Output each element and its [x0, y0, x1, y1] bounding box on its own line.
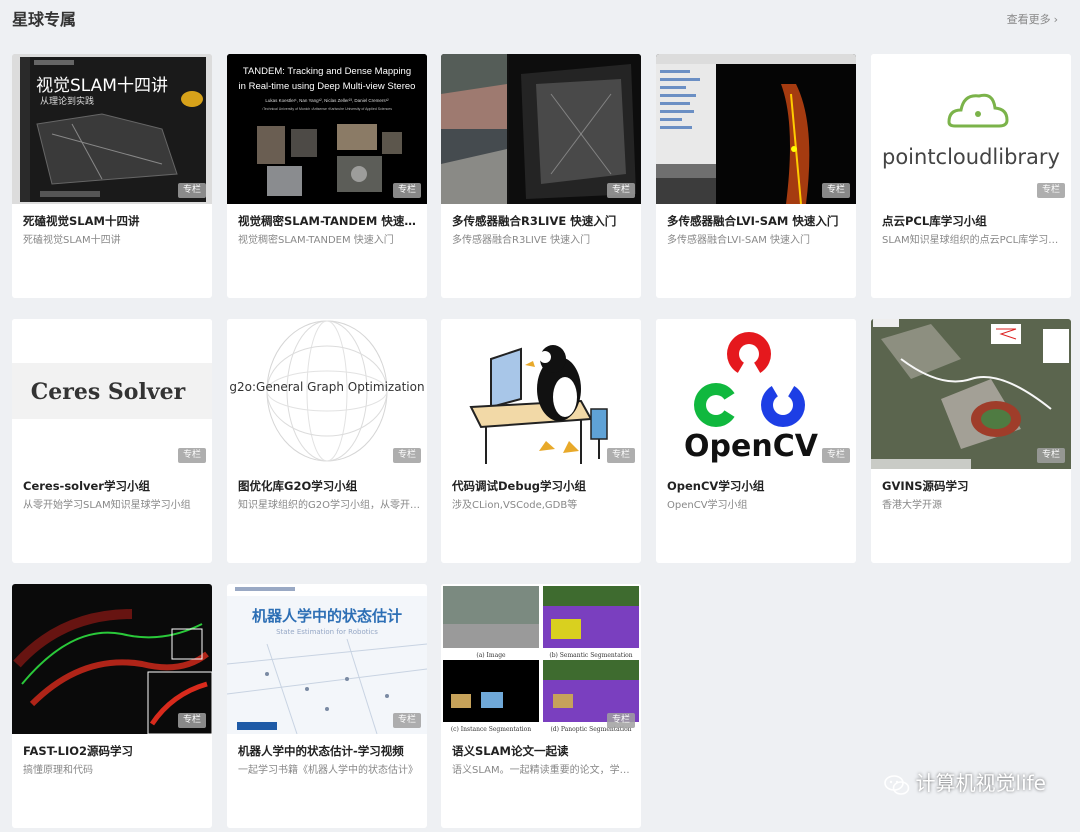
watermark: 计算机视觉life	[883, 770, 1046, 796]
card-title: 图优化库G2O学习小组	[238, 479, 358, 493]
card-title: 语义SLAM论文一起读	[452, 744, 569, 758]
column-badge: 专栏	[177, 183, 206, 198]
card-cover-image: 专栏	[656, 54, 856, 204]
card-title: 视觉稠密SLAM-TANDEM 快速入门	[238, 214, 420, 228]
card-cover-image: Ceres Solver 专栏	[12, 319, 212, 469]
figure-caption: (b) Semantic Segmentation	[549, 652, 632, 659]
card-title: 机器人学中的状态估计-学习视频	[238, 744, 404, 758]
card-title: GVINS源码学习	[882, 479, 969, 493]
column-card[interactable]: 机器人学中的状态估计 State Estimation for Robotics…	[227, 584, 427, 828]
see-more-label: 查看更多	[1006, 13, 1051, 26]
column-badge: 专栏	[1036, 448, 1065, 463]
column-badge: 专栏	[1036, 183, 1065, 198]
card-subtitle: 香港大学开源	[882, 500, 942, 511]
card-cover-image: g2o:General Graph Optimization 专栏	[227, 319, 427, 469]
card-subtitle: 语义SLAM。一起精读重要的论文，学习语义SLAM	[452, 765, 634, 776]
card-subtitle: 搞懂原理和代码	[23, 765, 93, 776]
card-title: 点云PCL库学习小组	[882, 214, 987, 228]
section-title: 星球专属	[12, 10, 77, 29]
card-cover-image: 专栏	[441, 319, 641, 469]
card-cover-image: pointcloudlibrary 专栏	[871, 54, 1071, 204]
card-subtitle: 涉及CLion,VSCode,GDB等	[452, 500, 578, 511]
watermark-text: 计算机视觉life	[915, 771, 1046, 795]
cover-line: in Real-time using Deep Multi-view Stere…	[239, 81, 416, 92]
card-title: FAST-LIO2源码学习	[23, 744, 134, 758]
column-badge: 专栏	[392, 183, 421, 198]
card-title: Ceres-solver学习小组	[23, 479, 150, 493]
opencv-logo-text: OpenCV	[684, 429, 819, 464]
column-card[interactable]: 专栏 代码调试Debug学习小组 涉及CLion,VSCode,GDB等	[441, 319, 641, 563]
ceres-logo-text: Ceres Solver	[31, 379, 186, 405]
card-cover-image: 专栏	[871, 319, 1071, 469]
column-card[interactable]: TANDEM: Tracking and Dense Mapping in Re…	[227, 54, 427, 298]
card-title: 代码调试Debug学习小组	[452, 479, 586, 493]
card-cover-image: 机器人学中的状态估计 State Estimation for Robotics…	[227, 584, 427, 734]
column-badge: 专栏	[177, 448, 206, 463]
card-subtitle: 多传感器融合R3LIVE 快速入门	[452, 235, 591, 246]
card-subtitle: 从零开始学习SLAM知识星球学习小组	[23, 500, 191, 511]
card-subtitle: 视觉稠密SLAM-TANDEM 快速入门	[238, 235, 394, 246]
svg-text:从理论到实践: 从理论到实践	[40, 95, 94, 107]
column-badge: 专栏	[392, 448, 421, 463]
column-card[interactable]: 专栏 多传感器融合R3LIVE 快速入门 多传感器融合R3LIVE 快速入门	[441, 54, 641, 298]
section-header: 星球专属 查看更多 ›	[12, 10, 1068, 34]
g2o-logo-text: g2o:General Graph Optimization	[229, 380, 424, 394]
column-badge: 专栏	[177, 713, 206, 728]
svg-text:视觉SLAM十四讲: 视觉SLAM十四讲	[36, 76, 168, 96]
column-badge: 专栏	[606, 183, 635, 198]
card-title: 死磕视觉SLAM十四讲	[23, 214, 140, 228]
column-card[interactable]: 专栏 FAST-LIO2源码学习 搞懂原理和代码	[12, 584, 212, 828]
cover-line: ¹Technical University of Munich ²Artisen…	[262, 107, 392, 111]
column-badge: 专栏	[606, 713, 635, 728]
column-card[interactable]: pointcloudlibrary 专栏 点云PCL库学习小组 SLAM知识星球…	[871, 54, 1071, 298]
wechat-icon	[883, 774, 909, 795]
figure-caption: (c) Instance Segmentation	[451, 726, 531, 733]
card-title: 多传感器融合R3LIVE 快速入门	[452, 214, 617, 228]
card-title: OpenCV学习小组	[667, 479, 765, 493]
figure-caption: (a) Image	[476, 652, 506, 659]
card-cover-image: 专栏	[12, 584, 212, 734]
column-badge: 专栏	[821, 183, 850, 198]
see-more-link[interactable]: 查看更多 ›	[1007, 13, 1058, 27]
card-title: 多传感器融合LVI-SAM 快速入门	[667, 214, 839, 228]
card-subtitle: 一起学习书籍《机器人学中的状态估计》	[238, 765, 418, 776]
column-badge: 专栏	[392, 713, 421, 728]
book-cover-subtitle: State Estimation for Robotics	[276, 628, 378, 636]
card-subtitle: 死磕视觉SLAM十四讲	[23, 235, 121, 246]
column-card[interactable]: OpenCV 专栏 OpenCV学习小组 OpenCV学习小组	[656, 319, 856, 563]
column-card[interactable]: 专栏 GVINS源码学习 香港大学开源	[871, 319, 1071, 563]
card-subtitle: 知识星球组织的G2O学习小组，从零开始学习	[238, 500, 420, 511]
card-subtitle: OpenCV学习小组	[667, 500, 748, 511]
cover-line: TANDEM: Tracking and Dense Mapping	[243, 66, 411, 77]
card-cover-image: 视觉SLAM十四讲 从理论到实践 专栏	[12, 54, 212, 204]
column-badge: 专栏	[821, 448, 850, 463]
column-card[interactable]: g2o:General Graph Optimization 专栏 图优化库G2…	[227, 319, 427, 563]
pcl-logo-text: pointcloudlibrary	[882, 145, 1060, 169]
card-cover-image: (a) Image (b) Semantic Segmentation (c) …	[441, 584, 641, 734]
chevron-right-icon: ›	[1053, 13, 1058, 26]
column-card[interactable]: 专栏 多传感器融合LVI-SAM 快速入门 多传感器融合LVI-SAM 快速入门	[656, 54, 856, 298]
cover-line: Lukas Koestler¹, Nan Yang¹², Niclas Zell…	[265, 98, 389, 103]
card-cover-image: TANDEM: Tracking and Dense Mapping in Re…	[227, 54, 427, 204]
card-subtitle: 多传感器融合LVI-SAM 快速入门	[667, 235, 811, 246]
column-card[interactable]: 视觉SLAM十四讲 从理论到实践 专栏 死磕视觉SLAM十四讲 死磕视觉SLAM…	[12, 54, 212, 298]
book-cover-title: 机器人学中的状态估计	[252, 607, 402, 625]
card-subtitle: SLAM知识星球组织的点云PCL库学习小组	[882, 235, 1064, 246]
column-card[interactable]: Ceres Solver 专栏 Ceres-solver学习小组 从零开始学习S…	[12, 319, 212, 563]
card-cover-image: OpenCV 专栏	[656, 319, 856, 469]
column-badge: 专栏	[606, 448, 635, 463]
card-cover-image: 专栏	[441, 54, 641, 204]
column-card[interactable]: (a) Image (b) Semantic Segmentation (c) …	[441, 584, 641, 828]
